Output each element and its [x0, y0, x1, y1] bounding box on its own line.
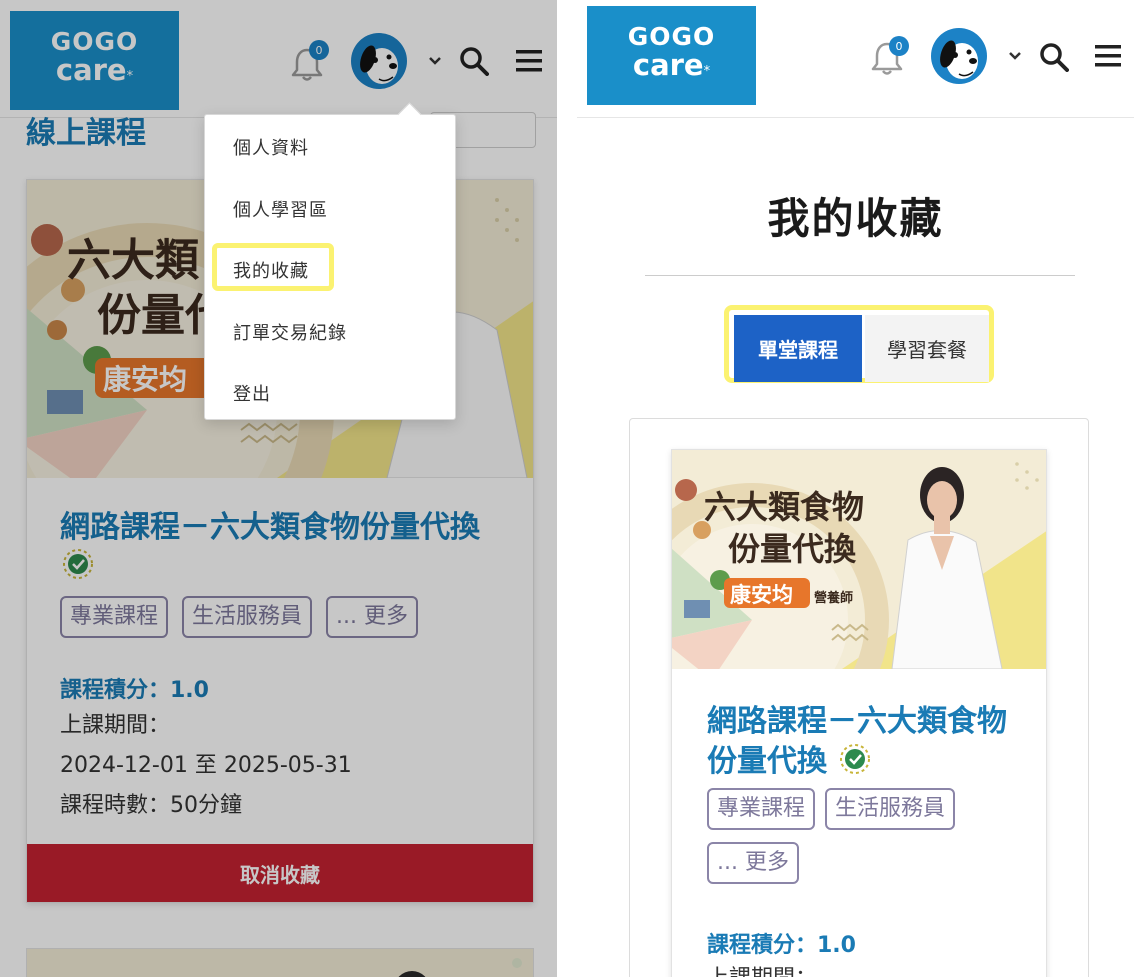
verified-badge-icon: [840, 744, 871, 774]
menu-item-order-history[interactable]: 訂單交易紀錄: [233, 319, 347, 345]
title-divider: [645, 275, 1075, 276]
logo-text-top: GOGO: [627, 22, 716, 51]
highlight-my-favorites: [212, 243, 334, 291]
banner-instructor: 康安均: [730, 583, 793, 607]
hamburger-menu-icon[interactable]: [1095, 44, 1121, 68]
course-info: 上課期間：: [707, 959, 817, 977]
tag-professional[interactable]: 專業課程: [707, 788, 816, 830]
gogocare-logo[interactable]: GOGO care*: [587, 6, 756, 105]
site-header: GOGO care* 0: [577, 0, 1134, 118]
menu-item-profile[interactable]: 個人資料: [233, 134, 309, 160]
tab-learning-package[interactable]: 學習套餐: [865, 315, 989, 382]
menu-item-logout[interactable]: 登出: [233, 380, 271, 406]
course-credit: 課程積分：1.0: [707, 933, 856, 958]
logo-text-bottom: care*: [632, 48, 711, 82]
course-title[interactable]: 網路課程－六大類食物份量代換: [707, 703, 1017, 781]
chevron-down-icon[interactable]: [1007, 50, 1023, 62]
course-card[interactable]: 六大類食物 份量代換 康安均 營養師 網路課程－六大類食物份量代換 專業課程 生…: [671, 449, 1047, 977]
right-screen: GOGO care* 0 我的收藏 單堂課程 學習套餐 六大類食物 份量代換 康…: [577, 0, 1134, 977]
tag-more[interactable]: ... 更多: [707, 842, 799, 884]
course-tags: 專業課程 生活服務員 ... 更多: [707, 788, 1017, 884]
search-icon[interactable]: [1039, 42, 1069, 72]
banner-title-1: 六大類食物: [704, 488, 864, 526]
tag-life-service[interactable]: 生活服務員: [825, 788, 956, 830]
period-label: 上課期間：: [707, 959, 817, 977]
banner-title-2: 份量代換: [728, 530, 857, 568]
course-banner-image: 六大類食物 份量代換 康安均 營養師: [672, 450, 1046, 669]
notification-count-badge: 0: [889, 36, 909, 56]
left-screen: GOGO care* 0 線上課程 六大類 份量代 康安均 網路課程－六大類食物…: [0, 0, 557, 977]
banner-instructor-role: 營養師: [814, 590, 853, 606]
dog-avatar-icon: [940, 40, 978, 79]
user-avatar[interactable]: [931, 28, 987, 84]
page-title: 我的收藏: [767, 194, 944, 243]
menu-item-learning-area[interactable]: 個人學習區: [233, 196, 328, 222]
tab-single-course[interactable]: 單堂課程: [734, 315, 862, 382]
favorites-tabs: 單堂課程 學習套餐: [724, 305, 994, 383]
